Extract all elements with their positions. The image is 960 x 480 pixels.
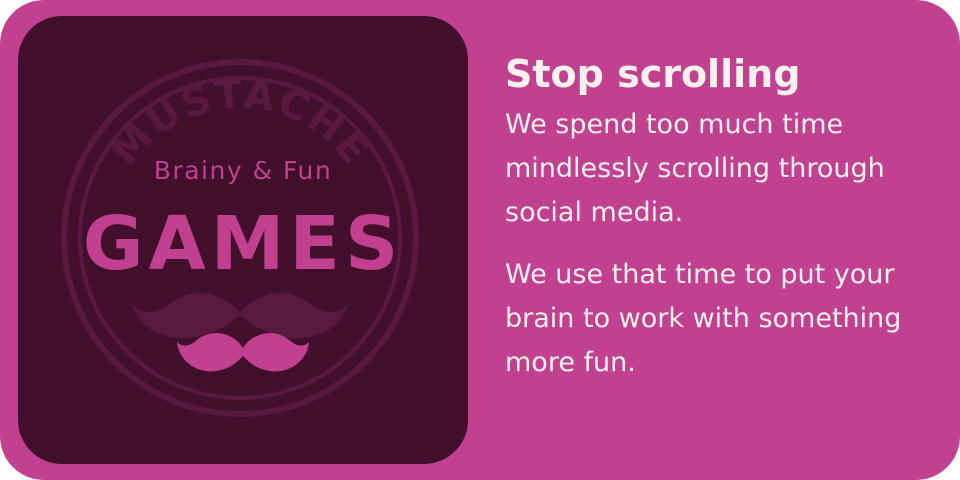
promo-card: MUSTACHE Brainy & Fun GAMES Stop scrolli… xyxy=(0,0,960,480)
heading: Stop scrolling xyxy=(505,52,801,96)
paragraph-2: We use that time to put your brain to wo… xyxy=(505,259,902,379)
tile-title: GAMES xyxy=(82,201,404,287)
games-tile: MUSTACHE Brainy & Fun GAMES xyxy=(18,16,468,464)
paragraph-1: We spend too much time mindlessly scroll… xyxy=(505,109,885,229)
tile-subtitle: Brainy & Fun xyxy=(153,156,333,185)
mustache-icon xyxy=(177,333,309,372)
text-content: Stop scrolling We spend too much time mi… xyxy=(505,50,935,385)
